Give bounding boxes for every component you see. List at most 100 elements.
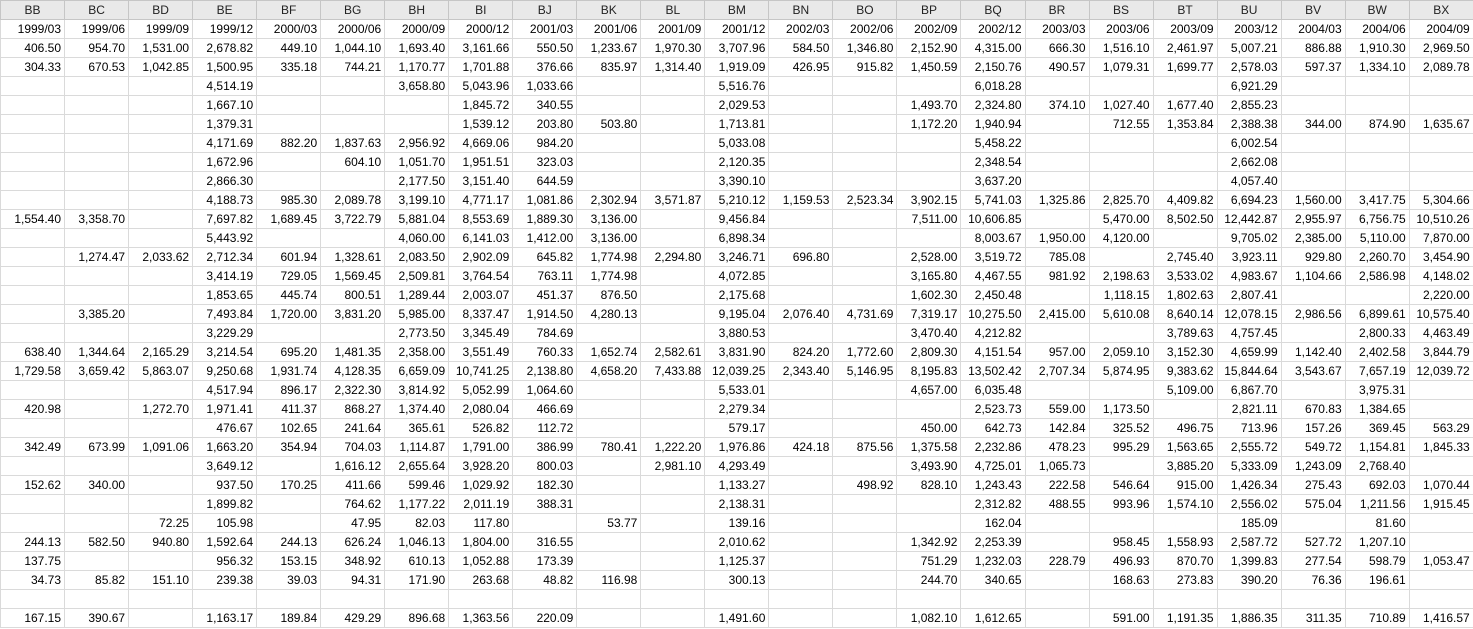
cell-bs-16[interactable]: 5,610.08 bbox=[1088, 304, 1154, 324]
cell-bi-3[interactable]: 1,701.88 bbox=[448, 57, 514, 77]
cell-br-26[interactable]: 488.55 bbox=[1024, 494, 1090, 514]
cell-bx-21[interactable] bbox=[1408, 399, 1473, 419]
cell-bt-27[interactable] bbox=[1152, 513, 1218, 533]
cell-bl-23[interactable]: 1,222.20 bbox=[640, 437, 706, 457]
spreadsheet-grid[interactable]: BB BC BD BE BF BG BH BI BJ BK BL BM BN BO BP BQ BR BS BT BU… bbox=[0, 0, 1473, 629]
cell-be-20[interactable]: 4,517.94 bbox=[192, 380, 258, 400]
cell-bn-1[interactable]: 2002/03 bbox=[768, 19, 834, 39]
cell-bf-16[interactable]: 1,720.00 bbox=[256, 304, 322, 324]
cell-bj-1[interactable]: 2001/03 bbox=[512, 19, 578, 39]
cell-bj-29[interactable]: 173.39 bbox=[512, 551, 578, 571]
cell-bu-27[interactable]: 185.09 bbox=[1216, 513, 1282, 533]
cell-bw-20[interactable]: 3,975.31 bbox=[1344, 380, 1410, 400]
cell-bv-3[interactable]: 597.37 bbox=[1280, 57, 1346, 77]
cell-bv-10[interactable]: 1,560.00 bbox=[1280, 190, 1346, 210]
cell-bf-15[interactable]: 445.74 bbox=[256, 285, 322, 305]
cell-bu-22[interactable]: 713.96 bbox=[1216, 418, 1282, 438]
cell-bq-20[interactable]: 6,035.48 bbox=[960, 380, 1026, 400]
cell-bc-6[interactable] bbox=[64, 114, 130, 134]
cell-bx-28[interactable] bbox=[1408, 532, 1473, 552]
cell-bd-7[interactable] bbox=[128, 133, 194, 153]
cell-bu-4[interactable]: 6,921.29 bbox=[1216, 76, 1282, 96]
cell-bk-3[interactable]: 835.97 bbox=[576, 57, 642, 77]
cell-bw-16[interactable]: 6,899.61 bbox=[1344, 304, 1410, 324]
cell-bk-32[interactable] bbox=[576, 608, 642, 628]
cell-bb-2[interactable]: 406.50 bbox=[0, 38, 66, 58]
cell-bw-14[interactable]: 2,586.98 bbox=[1344, 266, 1410, 286]
cell-bq-24[interactable]: 4,725.01 bbox=[960, 456, 1026, 476]
cell-bm-8[interactable]: 2,120.35 bbox=[704, 152, 770, 172]
cell-bs-4[interactable] bbox=[1088, 76, 1154, 96]
cell-bw-15[interactable] bbox=[1344, 285, 1410, 305]
cell-bt-5[interactable]: 1,677.40 bbox=[1152, 95, 1218, 115]
cell-bd-25[interactable] bbox=[128, 475, 194, 495]
cell-bu-7[interactable]: 6,002.54 bbox=[1216, 133, 1282, 153]
cell-bs-8[interactable] bbox=[1088, 152, 1154, 172]
cell-bi-4[interactable]: 5,043.96 bbox=[448, 76, 514, 96]
cell-bh-32[interactable]: 896.68 bbox=[384, 608, 450, 628]
cell-br-12[interactable]: 1,950.00 bbox=[1024, 228, 1090, 248]
cell-bo-23[interactable]: 875.56 bbox=[832, 437, 898, 457]
cell-bs-13[interactable] bbox=[1088, 247, 1154, 267]
cell-bc-28[interactable]: 582.50 bbox=[64, 532, 130, 552]
cell-bd-26[interactable] bbox=[128, 494, 194, 514]
cell-bp-9[interactable] bbox=[896, 171, 962, 191]
cell-bn-18[interactable]: 824.20 bbox=[768, 342, 834, 362]
cell-bn-2[interactable]: 584.50 bbox=[768, 38, 834, 58]
cell-bl-1[interactable]: 2001/09 bbox=[640, 19, 706, 39]
cell-bv-5[interactable] bbox=[1280, 95, 1346, 115]
cell-bb-24[interactable] bbox=[0, 456, 66, 476]
cell-bo-10[interactable]: 2,523.34 bbox=[832, 190, 898, 210]
cell-be-15[interactable]: 1,853.65 bbox=[192, 285, 258, 305]
cell-bi-24[interactable]: 3,928.20 bbox=[448, 456, 514, 476]
column-header-bv[interactable]: BV bbox=[1280, 0, 1346, 20]
cell-bf-3[interactable]: 335.18 bbox=[256, 57, 322, 77]
cell-bq-7[interactable]: 5,458.22 bbox=[960, 133, 1026, 153]
cell-be-26[interactable]: 1,899.82 bbox=[192, 494, 258, 514]
cell-bi-28[interactable]: 1,804.00 bbox=[448, 532, 514, 552]
cell-bi-23[interactable]: 1,791.00 bbox=[448, 437, 514, 457]
cell-bp-29[interactable]: 751.29 bbox=[896, 551, 962, 571]
cell-bc-21[interactable] bbox=[64, 399, 130, 419]
cell-be-25[interactable]: 937.50 bbox=[192, 475, 258, 495]
cell-bt-28[interactable]: 1,558.93 bbox=[1152, 532, 1218, 552]
cell-bh-28[interactable]: 1,046.13 bbox=[384, 532, 450, 552]
cell-bg-31[interactable] bbox=[320, 589, 386, 609]
cell-bt-7[interactable] bbox=[1152, 133, 1218, 153]
cell-bj-12[interactable]: 1,412.00 bbox=[512, 228, 578, 248]
column-header-bh[interactable]: BH bbox=[384, 0, 450, 20]
cell-bb-23[interactable]: 342.49 bbox=[0, 437, 66, 457]
cell-bj-7[interactable]: 984.20 bbox=[512, 133, 578, 153]
cell-bx-7[interactable] bbox=[1408, 133, 1473, 153]
cell-bl-6[interactable] bbox=[640, 114, 706, 134]
cell-bc-24[interactable] bbox=[64, 456, 130, 476]
cell-bo-22[interactable] bbox=[832, 418, 898, 438]
cell-bc-15[interactable] bbox=[64, 285, 130, 305]
cell-bb-26[interactable] bbox=[0, 494, 66, 514]
cell-bu-3[interactable]: 2,578.03 bbox=[1216, 57, 1282, 77]
cell-bu-18[interactable]: 4,659.99 bbox=[1216, 342, 1282, 362]
cell-bq-17[interactable]: 4,212.82 bbox=[960, 323, 1026, 343]
cell-bb-32[interactable]: 167.15 bbox=[0, 608, 66, 628]
cell-bl-30[interactable] bbox=[640, 570, 706, 590]
cell-bp-5[interactable]: 1,493.70 bbox=[896, 95, 962, 115]
cell-bl-17[interactable] bbox=[640, 323, 706, 343]
cell-bm-3[interactable]: 1,919.09 bbox=[704, 57, 770, 77]
cell-bn-3[interactable]: 426.95 bbox=[768, 57, 834, 77]
cell-bj-2[interactable]: 550.50 bbox=[512, 38, 578, 58]
cell-bs-23[interactable]: 995.29 bbox=[1088, 437, 1154, 457]
cell-bw-31[interactable] bbox=[1344, 589, 1410, 609]
cell-bm-11[interactable]: 9,456.84 bbox=[704, 209, 770, 229]
cell-bi-25[interactable]: 1,029.92 bbox=[448, 475, 514, 495]
cell-bf-25[interactable]: 170.25 bbox=[256, 475, 322, 495]
cell-bp-11[interactable]: 7,511.00 bbox=[896, 209, 962, 229]
cell-bv-17[interactable] bbox=[1280, 323, 1346, 343]
cell-bi-1[interactable]: 2000/12 bbox=[448, 19, 514, 39]
cell-bw-8[interactable] bbox=[1344, 152, 1410, 172]
cell-bo-29[interactable] bbox=[832, 551, 898, 571]
cell-bf-7[interactable]: 882.20 bbox=[256, 133, 322, 153]
cell-bf-21[interactable]: 411.37 bbox=[256, 399, 322, 419]
cell-bt-19[interactable]: 9,383.62 bbox=[1152, 361, 1218, 381]
cell-be-18[interactable]: 3,214.54 bbox=[192, 342, 258, 362]
cell-bf-24[interactable] bbox=[256, 456, 322, 476]
